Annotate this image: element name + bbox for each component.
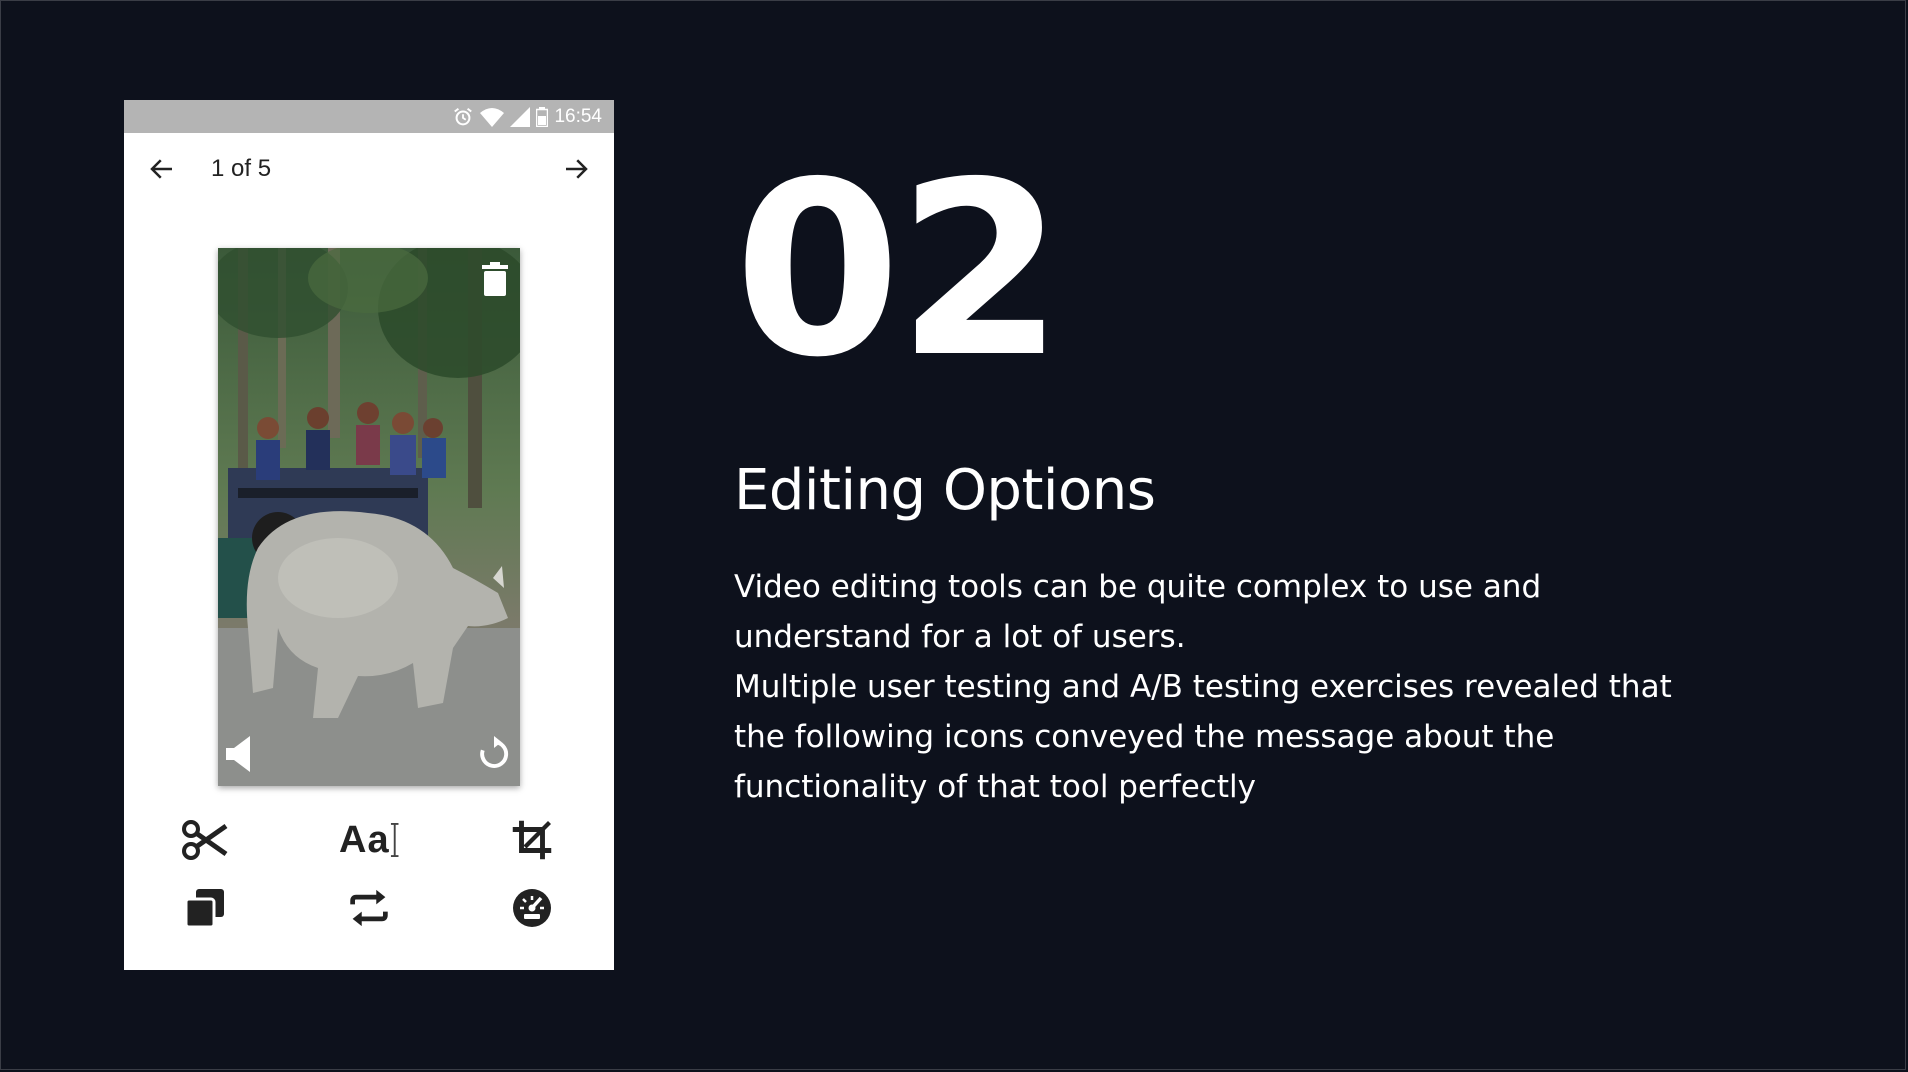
crop-icon — [512, 820, 552, 860]
copy-icon — [184, 889, 224, 929]
crop-tool[interactable] — [502, 812, 562, 868]
speed-tool[interactable] — [502, 880, 562, 936]
description-line: the following icons conveyed the message… — [734, 719, 1555, 755]
replay-button[interactable] — [476, 736, 512, 776]
battery-icon — [536, 106, 549, 127]
trim-tool[interactable] — [175, 812, 235, 868]
description-line: Multiple user testing and A/B testing ex… — [734, 669, 1672, 705]
volume-icon — [226, 736, 250, 772]
volume-button[interactable] — [224, 736, 254, 776]
duplicate-tool[interactable] — [175, 880, 235, 936]
speedometer-icon — [513, 889, 551, 927]
description-line: understand for a lot of users. — [734, 619, 1186, 655]
text-tool[interactable]: Aa — [339, 812, 399, 868]
slide-title: Editing Options — [734, 458, 1156, 523]
loop-icon — [350, 889, 388, 927]
scissors-icon — [182, 820, 228, 860]
status-time: 16:54 — [554, 105, 602, 127]
app-bar: 1 of 5 — [124, 133, 614, 205]
slide-number: 02 — [734, 130, 1064, 410]
replay-icon — [480, 736, 509, 768]
page-counter: 1 of 5 — [211, 155, 272, 182]
arrow-left-icon — [150, 159, 172, 179]
video-preview[interactable] — [218, 248, 520, 786]
back-button[interactable] — [144, 151, 180, 187]
slide-description: Video editing tools can be quite complex… — [734, 562, 1754, 812]
delete-button[interactable] — [482, 262, 508, 300]
description-line: functionality of that tool perfectly — [734, 769, 1256, 805]
arrow-right-icon — [566, 159, 588, 179]
forward-button[interactable] — [558, 151, 594, 187]
cell-signal-icon — [510, 106, 531, 127]
text-icon: Aa — [339, 818, 390, 861]
trash-icon — [482, 262, 508, 296]
wifi-icon — [480, 107, 505, 127]
description-line: Video editing tools can be quite complex… — [734, 569, 1542, 605]
alarm-icon — [452, 106, 474, 128]
loop-tool[interactable] — [339, 880, 399, 936]
phone-mockup: 16:54 1 of 5 Aa — [124, 100, 614, 970]
video-thumbnail — [218, 248, 520, 786]
text-cursor-icon — [390, 823, 399, 857]
status-bar: 16:54 — [124, 100, 614, 133]
